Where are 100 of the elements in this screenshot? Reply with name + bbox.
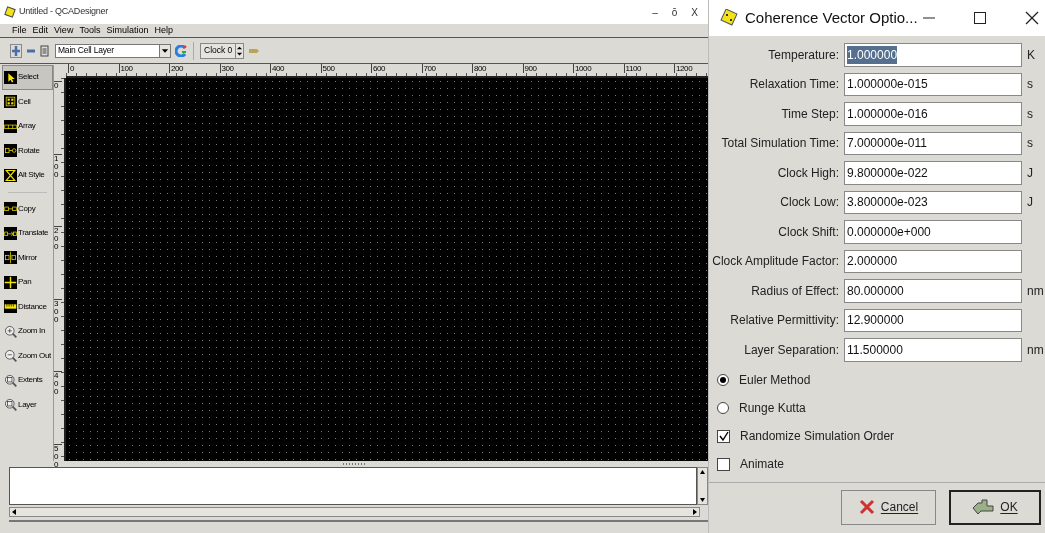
pointer-icon: [4, 70, 17, 84]
menu-item[interactable]: File: [12, 23, 27, 38]
translate-icon: [4, 226, 17, 240]
field-label: Time Step:: [780, 105, 840, 123]
field-label: Radius of Effect:: [750, 282, 840, 300]
ruler-label: 200: [169, 64, 184, 73]
input-field[interactable]: 1.000000e-015: [844, 72, 1022, 96]
layer-properties-icon[interactable]: [40, 44, 49, 57]
ruler-label: 400: [270, 64, 285, 73]
horizontal-scrollbar[interactable]: [9, 507, 700, 517]
ruler-label: 800: [472, 64, 487, 73]
vertical-scrollbar[interactable]: [697, 467, 708, 505]
ruler-label: 500: [320, 64, 335, 73]
checkbox[interactable]: [717, 429, 730, 443]
scroll-left-icon[interactable]: [10, 508, 18, 516]
clock-spinner[interactable]: Clock 0: [200, 42, 245, 59]
input-field[interactable]: 9.800000e-022: [844, 161, 1022, 185]
minimize-button[interactable]: –: [652, 4, 658, 20]
rotate-icon: [4, 144, 17, 158]
field-label: Clock High:: [776, 164, 840, 182]
layer-color-icon[interactable]: [175, 44, 187, 57]
ruler-label: 200: [54, 226, 62, 251]
tool-button[interactable]: Select: [2, 65, 53, 90]
copy-icon: [4, 202, 17, 216]
menu-item[interactable]: Edit: [32, 23, 49, 38]
unit-label: s: [1027, 105, 1033, 123]
radio-button[interactable]: [717, 402, 729, 414]
array-icon: [4, 119, 17, 133]
menu-item[interactable]: Simulation: [106, 23, 149, 38]
message-area[interactable]: [9, 467, 697, 505]
menu-item[interactable]: Tools: [79, 23, 101, 38]
restore-button[interactable]: ō: [671, 4, 678, 20]
design-canvas[interactable]: [66, 78, 708, 461]
scroll-right-icon[interactable]: [691, 508, 699, 516]
scroll-down-icon[interactable]: [698, 496, 707, 504]
input-field[interactable]: 3.800000e-023: [844, 190, 1022, 214]
magnifier-icon: [4, 398, 17, 412]
scroll-up-icon[interactable]: [698, 468, 707, 476]
tool-button[interactable]: Layer: [2, 392, 53, 417]
zoom-in-icon: [4, 324, 17, 338]
close-button[interactable]: X: [691, 4, 698, 20]
tool-button[interactable]: Copy: [2, 196, 53, 221]
maximize-icon[interactable]: [973, 11, 987, 25]
cross-icon: [858, 499, 875, 515]
input-field[interactable]: 11.500000: [844, 338, 1022, 362]
field-label: Relaxation Time:: [748, 76, 840, 94]
unit-label: nm: [1027, 282, 1044, 300]
remove-layer-icon[interactable]: [26, 47, 36, 54]
tool-button[interactable]: Zoom In: [2, 319, 53, 344]
menu-item[interactable]: View: [54, 23, 74, 38]
ruler-label: 1000: [573, 64, 592, 73]
radio-button[interactable]: [717, 374, 729, 386]
tool-button[interactable]: Array: [2, 114, 53, 139]
input-field[interactable]: 7.000000e-011: [844, 131, 1022, 155]
splitter-handle[interactable]: [343, 463, 365, 465]
ruler-label: 0: [68, 64, 75, 73]
layer-dropdown[interactable]: Main Cell Layer: [55, 43, 171, 58]
input-field[interactable]: 12.900000: [844, 308, 1022, 332]
ruler-label: 400: [54, 371, 62, 396]
input-field[interactable]: 0.000000e+000: [844, 220, 1022, 244]
tool-button[interactable]: Distance: [2, 294, 53, 319]
hourglass-icon: [4, 168, 17, 182]
unit-label: nm: [1027, 341, 1044, 359]
tool-button[interactable]: Pan: [2, 270, 53, 295]
tool-button[interactable]: Extents: [2, 368, 53, 393]
option-label: Euler Method: [739, 372, 811, 389]
tool-button[interactable]: Alt Style: [2, 163, 53, 188]
ruler-label: 300: [219, 64, 234, 73]
input-field[interactable]: 80.000000: [844, 279, 1022, 303]
ruler-label: 100: [118, 64, 133, 73]
ruler-label: 600: [371, 64, 386, 73]
ruler-label: 1200: [674, 64, 693, 73]
input-field[interactable]: 2.000000: [844, 249, 1022, 273]
tool-button[interactable]: Mirror: [2, 245, 53, 270]
ok-button[interactable]: OK: [949, 489, 1041, 525]
ruler-label: 300: [54, 298, 62, 324]
menu-item[interactable]: Help: [154, 23, 173, 38]
option-label: Randomize Simulation Order: [740, 428, 895, 445]
ruler-label: 900: [522, 64, 537, 73]
spinner-arrows-icon[interactable]: [235, 43, 244, 58]
field-label: Clock Shift:: [777, 223, 840, 241]
tool-button[interactable]: Rotate: [2, 138, 53, 163]
add-layer-icon[interactable]: [10, 43, 22, 58]
unit-label: J: [1027, 164, 1033, 182]
cancel-button[interactable]: Cancel: [841, 489, 936, 525]
close-icon[interactable]: [1025, 11, 1039, 25]
unit-label: s: [1027, 76, 1033, 94]
checkbox[interactable]: [717, 457, 730, 471]
app-logo-icon: [4, 6, 16, 18]
cell-icon: [4, 95, 17, 109]
tool-button[interactable]: Translate: [2, 221, 53, 246]
tool-button[interactable]: Cell: [2, 89, 53, 114]
input-field[interactable]: 1.000000e-016: [844, 102, 1022, 126]
field-label: Layer Separation:: [743, 341, 840, 359]
magnifier-icon: [4, 373, 17, 387]
field-label: Relative Permittivity:: [729, 312, 840, 330]
ruler-label: 1100: [623, 64, 642, 73]
mirror-icon: [4, 251, 17, 265]
input-field[interactable]: 1.000000: [844, 43, 1022, 67]
tool-button[interactable]: Zoom Out: [2, 343, 53, 368]
